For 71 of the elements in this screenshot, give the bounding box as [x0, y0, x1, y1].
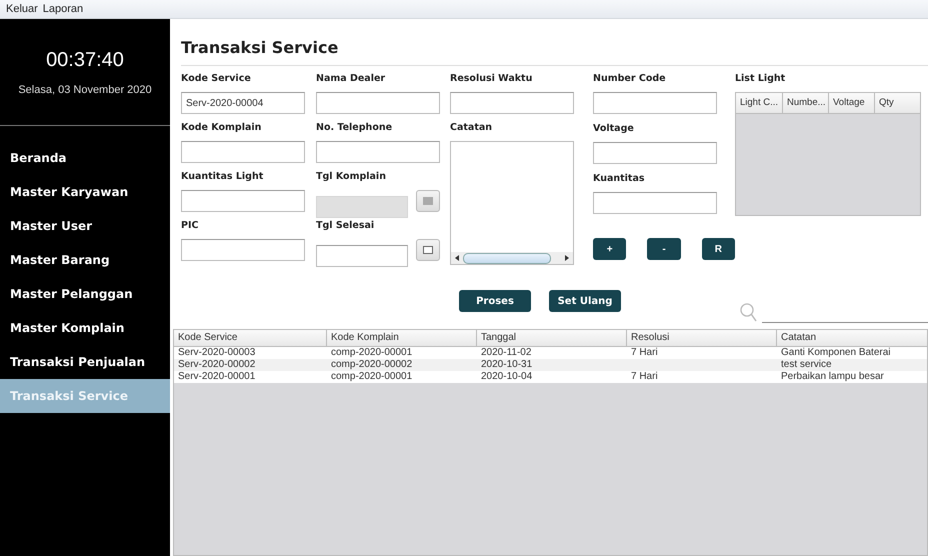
small-button[interactable]: + — [593, 238, 626, 260]
field-label: List Light — [735, 72, 786, 86]
menu-item[interactable]: Keluar — [6, 3, 38, 15]
field-label: Resolusi Waktu — [450, 72, 534, 86]
field-label: Tgl Selesai — [316, 219, 376, 233]
column-header[interactable]: Voltage — [829, 93, 875, 113]
column-header[interactable]: Light C... — [736, 93, 783, 113]
small-button[interactable]: R — [702, 238, 735, 260]
sidebar-item[interactable]: Master Karyawan — [0, 175, 170, 209]
sidebar-item[interactable]: Master Barang — [0, 243, 170, 277]
field-label: Catatan — [450, 121, 494, 135]
column-header[interactable]: Resolusi — [627, 330, 777, 346]
table-cell-text: comp-2020-00001 — [330, 347, 414, 359]
table-cell-text: comp-2020-00002 — [330, 359, 414, 371]
action-button[interactable]: Proses — [459, 290, 531, 312]
small-button[interactable]: - — [647, 238, 681, 260]
field-label: PIC — [181, 219, 200, 233]
field-label: Kode Service — [181, 72, 252, 86]
column-header[interactable]: Kode Service — [174, 330, 327, 346]
column-header[interactable]: Tanggal — [477, 330, 627, 346]
table-cell-text: Serv-2020-00001 — [177, 371, 256, 383]
calendar-icon — [423, 246, 433, 254]
sidebar-item[interactable]: Master Komplain — [0, 311, 170, 345]
input-field[interactable] — [450, 92, 574, 114]
sidebar-item[interactable]: Master Pelanggan — [0, 277, 170, 311]
table-cell-text: Serv-2020-00003 — [177, 347, 256, 359]
clock-date: Selasa, 03 November 2020 — [18, 84, 152, 96]
field-label: Kuantitas — [593, 172, 646, 186]
menu-item[interactable]: Laporan — [42, 3, 84, 15]
table-cell-text: 7 Hari — [630, 371, 659, 383]
field-label: Kuantitas Light — [181, 170, 264, 184]
calendar-button[interactable] — [416, 239, 440, 261]
input-field[interactable] — [316, 141, 440, 163]
clock-time: 00:37:40 — [46, 49, 124, 72]
page-title: Transaksi Service — [181, 38, 340, 57]
search-icon — [740, 303, 758, 323]
sidebar-item[interactable]: Master User — [0, 209, 170, 243]
field-label: Nama Dealer — [316, 72, 386, 86]
input-field[interactable] — [593, 142, 717, 164]
scroll-bar[interactable] — [451, 252, 573, 264]
action-button[interactable]: Set Ulang — [549, 290, 621, 312]
field-label: Kode Komplain — [181, 121, 262, 135]
input-field[interactable] — [181, 190, 305, 212]
column-header[interactable]: Qty — [875, 93, 920, 113]
input-field[interactable] — [593, 192, 717, 214]
sidebar-item[interactable]: Beranda — [0, 141, 170, 175]
table-cell-text: test service — [780, 359, 833, 371]
input-field[interactable] — [181, 239, 305, 261]
date-field[interactable] — [316, 245, 408, 267]
calendar-icon — [423, 197, 433, 205]
input-field[interactable]: Serv-2020-00004 — [181, 92, 305, 114]
table-cell-text: 2020-10-31 — [480, 359, 534, 371]
field-label: Number Code — [593, 72, 667, 86]
field-label: Tgl Komplain — [316, 170, 387, 184]
sidebar-item[interactable]: Transaksi Penjualan — [0, 345, 170, 379]
input-field[interactable] — [181, 141, 305, 163]
field-label: Voltage — [593, 122, 635, 136]
table-cell-text: 2020-10-04 — [480, 371, 534, 383]
table-cell-text: 7 Hari — [630, 347, 659, 359]
column-header[interactable]: Catatan — [777, 330, 927, 346]
column-header[interactable]: Kode Komplain — [327, 330, 477, 346]
text-area[interactable] — [450, 141, 574, 265]
input-field[interactable] — [593, 92, 717, 114]
table-cell-text: Ganti Komponen Baterai — [780, 347, 892, 359]
table-cell-text: Perbaikan lampu besar — [780, 371, 885, 383]
table-cell-text: 2020-11-02 — [480, 347, 532, 359]
column-header[interactable]: Numbe... — [783, 93, 829, 113]
table-cell-text: Serv-2020-00002 — [177, 359, 256, 371]
input-field[interactable] — [316, 92, 440, 114]
table-cell-text: comp-2020-00001 — [330, 371, 414, 383]
field-label: No. Telephone — [316, 121, 394, 135]
